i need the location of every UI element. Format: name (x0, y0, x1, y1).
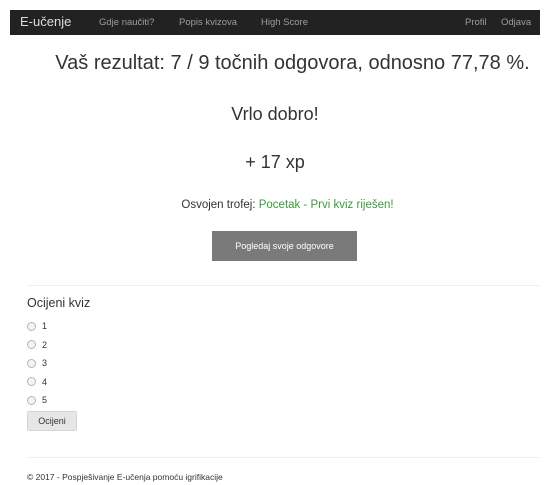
rating-option-3[interactable]: 3 (27, 354, 47, 373)
radio-button[interactable] (27, 358, 36, 368)
rating-label: 4 (42, 376, 48, 387)
rating-label: 3 (42, 358, 48, 369)
rating-option-5[interactable]: 5 (27, 391, 47, 410)
trophy-label: Osvojen trofej: (181, 199, 259, 211)
radio-button[interactable] (27, 321, 36, 331)
trophy-notice: Osvojen trofej: Pocetak - Prvi kviz rije… (0, 199, 550, 211)
rating-label: 1 (42, 321, 48, 332)
xp-gained: + 17 xp (245, 152, 305, 172)
rating-label: 5 (42, 395, 48, 406)
top-navbar: E-učenje Gdje naučiti? Popis kvizova Hig… (10, 10, 540, 35)
rating-label: 2 (42, 339, 48, 350)
radio-button[interactable] (27, 395, 36, 405)
brand-link[interactable]: E-učenje (20, 14, 71, 29)
rate-quiz-heading: Ocijeni kviz (27, 296, 91, 310)
nav-link-logout[interactable]: Odjava (501, 17, 531, 28)
radio-button[interactable] (27, 377, 36, 387)
footer-divider (27, 457, 540, 458)
rating-option-4[interactable]: 4 (27, 373, 47, 392)
grade-text: Vrlo dobro! (231, 104, 319, 124)
nav-link-where-to-learn[interactable]: Gdje naučiti? (99, 17, 154, 28)
divider (27, 285, 540, 286)
nav-link-quiz-list[interactable]: Popis kvizova (179, 17, 237, 28)
result-title: Vaš rezultat: 7 / 9 točnih odgovora, odn… (55, 52, 530, 74)
trophy-name: Pocetak - Prvi kviz riješen! (258, 199, 394, 211)
footer-copyright: © 2017 - Pospješivanje E-učenja pomoću i… (27, 472, 223, 482)
view-answers-button[interactable]: Pogledaj svoje odgovore (212, 231, 357, 261)
rating-options: 1 2 3 4 5 (27, 317, 47, 410)
submit-rating-button[interactable]: Ocijeni (27, 411, 77, 431)
nav-link-profile[interactable]: Profil (465, 17, 487, 28)
rating-option-1[interactable]: 1 (27, 317, 47, 336)
radio-button[interactable] (27, 340, 36, 350)
rating-option-2[interactable]: 2 (27, 336, 47, 355)
nav-link-high-score[interactable]: High Score (261, 17, 308, 28)
